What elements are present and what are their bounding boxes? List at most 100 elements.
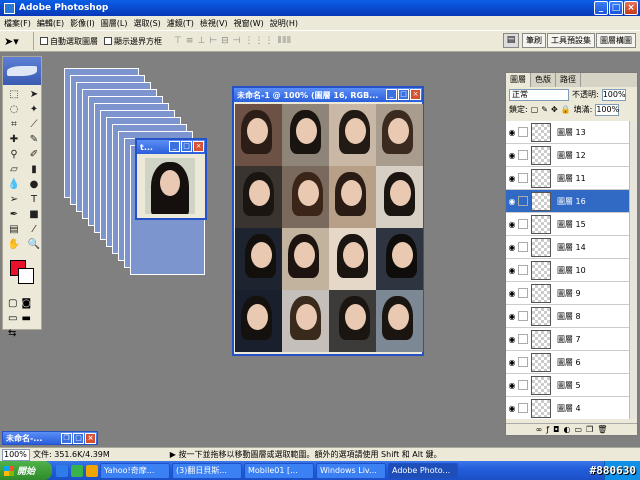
layer-mask-icon[interactable]: ◘ — [553, 425, 559, 434]
distribute-h-icon[interactable]: ⫴⫴⫴ — [277, 36, 291, 46]
align-bottom-icon[interactable]: ⊥ — [197, 36, 206, 46]
layer-row[interactable]: ◉ 圖層 4 — [506, 397, 631, 419]
layer-list-scrollbar[interactable] — [629, 121, 637, 419]
auto-select-checkbox[interactable]: 自動選取圖層 — [40, 36, 98, 47]
tab-layer-comps[interactable]: 圖層構圖 — [596, 33, 636, 48]
layer-link-slot[interactable] — [518, 357, 528, 367]
notes-tool-icon[interactable]: ▤ — [6, 223, 22, 236]
align-center-icon[interactable]: ⊟ — [221, 36, 230, 46]
eye-icon[interactable]: ◉ — [506, 335, 518, 344]
opacity-field[interactable]: 100% — [601, 88, 626, 101]
layer-row[interactable]: ◉ 圖層 15 — [506, 213, 631, 236]
eye-icon[interactable]: ◉ — [506, 289, 518, 298]
document-size[interactable]: 文件: 351.6K/4.39M — [33, 449, 110, 460]
new-group-icon[interactable]: ▭ — [574, 425, 582, 434]
tab-brushes[interactable]: 筆刷 — [522, 33, 546, 48]
layer-link-slot[interactable] — [518, 242, 528, 252]
layer-row[interactable]: ◉ 圖層 10 — [506, 259, 631, 282]
fill-field[interactable]: 100% — [595, 103, 620, 116]
layer-link-slot[interactable] — [518, 380, 528, 390]
palette-well-icon[interactable]: ▤ — [503, 33, 519, 48]
blur-tool-icon[interactable]: 💧 — [6, 178, 22, 191]
quick-mask-icon[interactable]: ◙ — [21, 298, 31, 309]
tab-paths[interactable]: 路徑 — [556, 73, 581, 87]
layer-style-icon[interactable]: ƒ — [546, 425, 549, 434]
media-icon[interactable] — [86, 464, 98, 477]
tab-channels[interactable]: 色版 — [531, 73, 556, 87]
distribute-icon[interactable]: ⋮⋮⋮ — [244, 36, 274, 46]
magic-wand-icon[interactable]: ✦ — [26, 103, 42, 116]
layer-link-slot[interactable] — [518, 334, 528, 344]
layer-link-slot[interactable] — [518, 127, 528, 137]
main-document-window[interactable]: 未命名-1 @ 100% (圖層 16, RGB... _ □ × — [232, 86, 424, 356]
layer-row[interactable]: ◉ 圖層 13 — [506, 121, 631, 144]
crop-tool-icon[interactable]: ⌗ — [6, 118, 22, 131]
doc-maximize-button[interactable]: □ — [181, 141, 192, 152]
menu-window[interactable]: 視窗(W) — [234, 18, 264, 29]
minimized-document[interactable]: 未命名-... ❐ □ × — [2, 431, 98, 445]
brush-tool-icon[interactable]: ✎ — [26, 133, 42, 146]
layer-row[interactable]: ◉ 圖層 8 — [506, 305, 631, 328]
layer-row[interactable]: ◉ 圖層 12 — [506, 144, 631, 167]
photo-collage-canvas[interactable] — [235, 104, 423, 352]
history-brush-icon[interactable]: ✐ — [26, 148, 42, 161]
dodge-tool-icon[interactable]: ● — [26, 178, 42, 191]
layer-row[interactable]: ◉ 圖層 6 — [506, 351, 631, 374]
imageready-jump-icon[interactable]: ⇆ — [8, 328, 16, 339]
doc-minimize-button[interactable]: _ — [169, 141, 180, 152]
show-bounds-checkbox[interactable]: 顯示邊界方框 — [104, 36, 162, 47]
layer-row[interactable]: ◉ 圖層 7 — [506, 328, 631, 351]
align-left-icon[interactable]: ⊢ — [209, 36, 218, 46]
layer-link-slot[interactable] — [518, 265, 528, 275]
shape-tool-icon[interactable]: ■ — [26, 208, 42, 221]
menu-image[interactable]: 影像(I) — [70, 18, 95, 29]
type-tool-icon[interactable]: T — [26, 193, 42, 206]
doc-close-button[interactable]: × — [193, 141, 204, 152]
menu-file[interactable]: 檔案(F) — [4, 18, 31, 29]
menu-select[interactable]: 選取(S) — [133, 18, 160, 29]
doc-close-button[interactable]: × — [410, 89, 421, 100]
menu-filter[interactable]: 濾鏡(T) — [167, 18, 194, 29]
eye-icon[interactable]: ◉ — [506, 312, 518, 321]
new-layer-icon[interactable]: ❐ — [586, 425, 593, 434]
layer-link-slot[interactable] — [518, 150, 528, 160]
layer-row[interactable]: ◉ 圖層 9 — [506, 282, 631, 305]
close-button[interactable]: × — [624, 1, 638, 15]
align-middle-icon[interactable]: ≡ — [186, 36, 195, 46]
doc-maximize-button[interactable]: □ — [73, 433, 84, 444]
adjustment-layer-icon[interactable]: ◐ — [563, 425, 570, 434]
tab-tool-presets[interactable]: 工具預設集 — [547, 33, 595, 48]
layer-link-slot[interactable] — [518, 196, 528, 206]
menu-edit[interactable]: 編輯(E) — [37, 18, 64, 29]
current-tool-preset[interactable]: ➤▾ — [4, 32, 34, 50]
eye-icon[interactable]: ◉ — [506, 220, 518, 229]
standard-mode-icon[interactable]: ▢ — [8, 298, 17, 309]
eye-icon[interactable]: ◉ — [506, 197, 518, 206]
link-layers-icon[interactable]: ∞ — [536, 425, 543, 434]
taskbar-button[interactable]: Mobile01 [... — [244, 462, 314, 479]
align-buttons[interactable]: ⊤ ≡ ⊥ ⊢ ⊟ ⊣ ⋮⋮⋮ ⫴⫴⫴ — [174, 36, 292, 46]
slice-tool-icon[interactable]: ⟋ — [26, 118, 42, 131]
eye-icon[interactable]: ◉ — [506, 381, 518, 390]
layer-row[interactable]: ◉ 圖層 14 — [506, 236, 631, 259]
blend-mode-select[interactable]: 正常 — [509, 88, 569, 101]
clone-stamp-icon[interactable]: ⚲ — [6, 148, 22, 161]
eyedropper-icon[interactable]: ⁄ — [26, 223, 42, 236]
eye-icon[interactable]: ◉ — [506, 358, 518, 367]
layer-row[interactable]: ◉ 圖層 16 — [506, 190, 631, 213]
taskbar-button[interactable]: Adobe Photo... — [388, 462, 458, 479]
lock-transparency-icon[interactable]: ▢ — [531, 105, 539, 114]
taskbar-button[interactable]: (3)翻日貝斯... — [172, 462, 242, 479]
menu-help[interactable]: 說明(H) — [270, 18, 298, 29]
screen-mode-icon[interactable]: ▭ — [8, 313, 17, 324]
screen-mode-full-icon[interactable]: ▬ — [21, 313, 30, 324]
background-color-swatch[interactable] — [18, 268, 34, 284]
lock-image-icon[interactable]: ✎ — [541, 105, 548, 114]
eye-icon[interactable]: ◉ — [506, 404, 518, 413]
start-button[interactable]: 開始 — [0, 461, 52, 480]
taskbar-button[interactable]: Windows Liv... — [316, 462, 386, 479]
path-selection-icon[interactable]: ➢ — [6, 193, 22, 206]
maximize-button[interactable]: □ — [609, 1, 623, 15]
eraser-tool-icon[interactable]: ▱ — [6, 163, 22, 176]
doc-minimize-button[interactable]: _ — [386, 89, 397, 100]
